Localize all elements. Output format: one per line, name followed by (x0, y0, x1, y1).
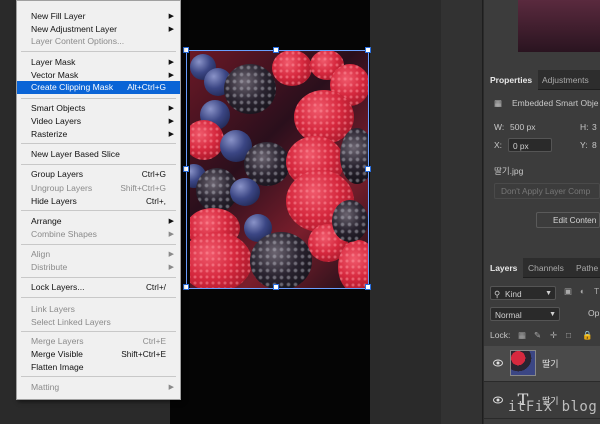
menu-item-arrange[interactable]: Arrange ▶ (17, 215, 180, 228)
menu-item-new-layer-based-slice[interactable]: New Layer Based Slice (17, 148, 180, 161)
watermark-text: itFix blog (508, 399, 598, 415)
menu-item-lock-layers[interactable]: Lock Layers... Ctrl+/ (17, 281, 180, 294)
eye-icon[interactable] (493, 395, 503, 405)
menu-item-merge-layers[interactable]: Merge Layers Ctrl+E (17, 335, 180, 348)
menu-separator (21, 244, 176, 245)
menu-item-flatten-image[interactable]: Flatten Image (17, 361, 180, 374)
menu-item-link-layers[interactable]: Link Layers (17, 303, 180, 316)
menu-separator (21, 98, 176, 99)
layer-row[interactable]: 딸기 (484, 346, 600, 382)
menu-separator (21, 331, 176, 332)
layer-context-menu: New Fill Layer ▶ New Adjustment Layer ▶ La… (16, 0, 181, 400)
submenu-arrow-icon: ▶ (168, 384, 174, 391)
opacity-label: Op (588, 308, 600, 318)
menu-item-layer-mask[interactable]: Layer Mask ▶ (17, 56, 180, 69)
lock-label: Lock: (490, 330, 511, 340)
menu-item-combine-shapes[interactable]: Combine Shapes ▶ (17, 228, 180, 241)
y-label: Y: (580, 140, 588, 150)
panel-dock-strip (441, 0, 483, 424)
blend-mode-select[interactable]: Normal ▼ (490, 307, 560, 321)
edit-contents-button[interactable]: Edit Conten (536, 212, 600, 228)
color-picker-preview[interactable] (518, 0, 600, 52)
submenu-arrow-icon: ▶ (168, 231, 174, 238)
menu-item-ungroup-layers[interactable]: Ungroup Layers Shift+Ctrl+G (17, 182, 180, 195)
layer-filter-kind[interactable]: ⚲ Kind ▼ (490, 286, 556, 300)
menu-separator (21, 210, 176, 211)
berries-photo-layer[interactable] (190, 50, 368, 288)
right-panels: Properties Adjustments ▦ Embedded Smart … (484, 0, 600, 424)
submenu-arrow-icon: ▶ (168, 118, 174, 125)
layer-thumbnail (510, 350, 536, 376)
menu-item-layer-content-options[interactable]: Layer Content Options... (17, 35, 180, 48)
menu-item-matting[interactable]: Matting ▶ (17, 381, 180, 394)
lock-all-icon[interactable]: 🔒 (582, 330, 593, 341)
width-label: W: (494, 122, 505, 132)
y-value[interactable]: 8 (592, 140, 597, 150)
submenu-arrow-icon: ▶ (168, 251, 174, 258)
tab-channels[interactable]: Channels (522, 258, 570, 278)
submenu-arrow-icon: ▶ (168, 105, 174, 112)
height-label: H: (580, 122, 589, 132)
menu-item-hide-layers[interactable]: Hide Layers Ctrl+, (17, 195, 180, 208)
submenu-arrow-icon: ▶ (168, 13, 174, 20)
menu-item-smart-objects[interactable]: Smart Objects ▶ (17, 102, 180, 115)
eye-icon[interactable] (493, 358, 503, 368)
height-value[interactable]: 3 (592, 122, 597, 132)
submenu-arrow-icon: ▶ (168, 59, 174, 66)
properties-tabs: Properties Adjustments (484, 70, 600, 90)
menu-item-distribute[interactable]: Distribute ▶ (17, 261, 180, 274)
layer-name[interactable]: 딸기 (542, 357, 559, 370)
lock-artboard-icon[interactable]: □ (566, 330, 571, 340)
smart-object-icon: ▦ (494, 98, 503, 108)
chevron-down-icon: ▼ (549, 311, 556, 318)
object-type-label: Embedded Smart Obje (512, 98, 599, 108)
menu-separator (21, 297, 176, 298)
menu-separator (21, 51, 176, 52)
menu-item-group-layers[interactable]: Group Layers Ctrl+G (17, 168, 180, 181)
layers-tabs: Layers Channels Pathe (484, 258, 600, 278)
tab-layers[interactable]: Layers (484, 258, 524, 278)
menu-item-merge-visible[interactable]: Merge Visible Shift+Ctrl+E (17, 348, 180, 361)
lock-position-icon[interactable]: ✛ (550, 330, 557, 341)
menu-item-rasterize[interactable]: Rasterize ▶ (17, 128, 180, 141)
tab-adjustments[interactable]: Adjustments (536, 70, 595, 90)
menu-item-align[interactable]: Align ▶ (17, 248, 180, 261)
menu-item-create-clipping-mask[interactable]: Create Clipping Mask Alt+Ctrl+G (17, 81, 180, 94)
submenu-arrow-icon: ▶ (168, 218, 174, 225)
chevron-down-icon: ▼ (545, 290, 552, 297)
filter-adjustment-icon[interactable]: ◐ (580, 286, 585, 296)
menu-item-new-fill-layer[interactable]: New Fill Layer ▶ (17, 10, 180, 23)
filter-pixel-icon[interactable]: ▣ (564, 286, 572, 297)
x-label: X: (494, 140, 503, 150)
tab-properties[interactable]: Properties (484, 70, 539, 90)
file-name-label: 딸기.jpg (494, 166, 524, 176)
dont-apply-layer-comp-select[interactable]: Don't Apply Layer Comp (494, 183, 600, 199)
submenu-arrow-icon: ▶ (168, 264, 174, 271)
menu-separator (21, 376, 176, 377)
tab-paths[interactable]: Pathe (570, 258, 600, 278)
menu-separator (21, 277, 176, 278)
width-value[interactable]: 500 px (510, 122, 536, 132)
submenu-arrow-icon: ▶ (168, 131, 174, 138)
search-icon: ⚲ (494, 289, 501, 299)
filter-type-icon[interactable]: T (594, 286, 599, 296)
menu-item-video-layers[interactable]: Video Layers ▶ (17, 115, 180, 128)
menu-item-select-linked-layers[interactable]: Select Linked Layers (17, 316, 180, 329)
menu-separator (21, 143, 176, 144)
lock-image-icon[interactable]: ✎ (534, 330, 541, 341)
x-position-field[interactable]: 0 px (508, 138, 552, 152)
lock-transparent-icon[interactable]: ▦ (518, 330, 526, 341)
menu-separator (21, 164, 176, 165)
